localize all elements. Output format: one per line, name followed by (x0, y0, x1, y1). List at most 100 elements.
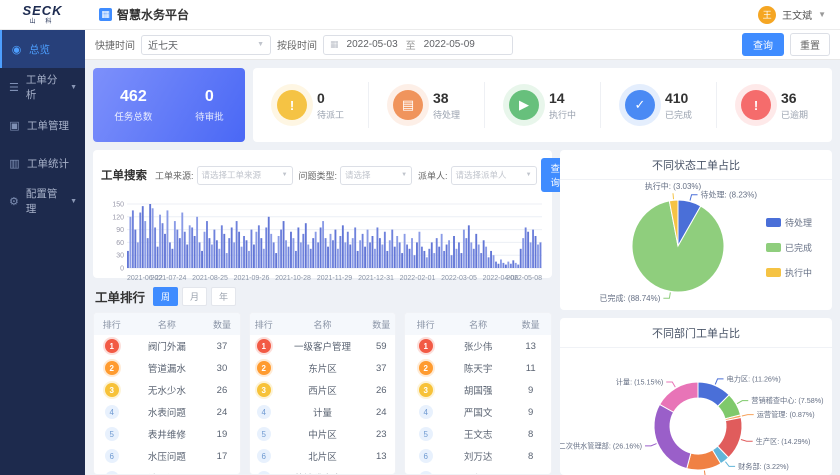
search-button[interactable]: 查询 (742, 33, 784, 56)
search-panel-title: 工单搜索 (101, 167, 147, 183)
rank-value: 37 (204, 335, 239, 357)
sidebar-item-analysis[interactable]: ☰工单分析▼ (0, 68, 85, 106)
rank-badge: 1 (257, 339, 271, 353)
table-row[interactable]: 1一级客户管理59 (250, 335, 396, 357)
status-stat: !0待派工 (253, 82, 368, 128)
chevron-down-icon: ▼ (70, 198, 77, 205)
rank-name: 东片区 (278, 357, 367, 379)
table-row[interactable]: 1张少伟13 (405, 335, 551, 357)
sidebar-item-settings[interactable]: ⚙配置管理▼ (0, 182, 85, 220)
table-row[interactable]: 6水压问题17 (94, 445, 240, 467)
user-name[interactable]: 王文斌 (782, 7, 812, 22)
total-tasks-value: 462 (114, 88, 152, 106)
table-row[interactable]: 4计量24 (250, 401, 396, 423)
logo-subtext: 山 科 (30, 16, 56, 25)
table-row[interactable]: 3胡国强9 (405, 379, 551, 401)
status-stat: ▶14执行中 (484, 82, 600, 128)
table-row[interactable]: 7马永强4 (405, 467, 551, 475)
sidebar-item-manage[interactable]: ▣工单管理 (0, 106, 85, 144)
status-pie-title: 不同状态工单占比 (560, 150, 832, 180)
rank-value: 13 (510, 335, 551, 357)
rank-badge: 2 (105, 361, 119, 375)
rank-tab-周[interactable]: 周 (153, 287, 178, 306)
rank-value: 37 (367, 357, 395, 379)
table-row[interactable]: 2管道漏水30 (94, 357, 240, 379)
field-select-2[interactable]: 请选择派单人▼ (451, 166, 537, 185)
table-row[interactable]: 6北片区13 (250, 445, 396, 467)
rank-name: 严国文 (446, 401, 510, 423)
rank-name: 表井维修 (129, 423, 204, 445)
svg-text:待处理: 待处理 (785, 217, 812, 228)
rank-value: 17 (204, 445, 239, 467)
chevron-down-icon: ▼ (70, 84, 77, 91)
table-row[interactable]: 5表井维修19 (94, 423, 240, 445)
rank-tab-年[interactable]: 年 (211, 287, 236, 306)
field-select-0[interactable]: 请选择工单来源▼ (197, 166, 293, 185)
table-row[interactable]: 7营销稽查中心10 (250, 467, 396, 475)
table-row[interactable]: 6刘万达8 (405, 445, 551, 467)
svg-text:2021-12-31: 2021-12-31 (358, 275, 394, 282)
column-header: 数量 (367, 313, 395, 335)
rank-tab-月[interactable]: 月 (182, 287, 207, 306)
status-pie-card: 不同状态工单占比 待处理: (8.23%)已完成: (88.74%)执行中: (… (560, 150, 832, 310)
table-row[interactable]: 3西片区26 (250, 379, 396, 401)
svg-text:2021-09-26: 2021-09-26 (234, 275, 270, 282)
date-range-picker[interactable]: ▦ 2022-05-03 至 2022-05-09 (323, 35, 513, 55)
rank-value: 8 (510, 445, 551, 467)
quick-time-select[interactable]: 近七天▼ (141, 35, 271, 55)
rank-name: 一级客户管理 (278, 335, 367, 357)
rank-table-card: 排行名称数量1张少伟132陈天宇113胡国强94严国文95王文志86刘万达87马… (404, 312, 552, 475)
rank-value: 9 (510, 379, 551, 401)
rank-name: 计量 (278, 401, 367, 423)
calendar-icon: ▦ (330, 39, 339, 50)
table-row[interactable]: 5王文志8 (405, 423, 551, 445)
sidebar-item-label: 工单统计 (27, 156, 69, 171)
sidebar-item-label: 工单分析 (26, 72, 64, 102)
rank-badge: 1 (105, 339, 119, 353)
date-to-label: 至 (406, 37, 416, 52)
table-row[interactable]: 5中片区23 (250, 423, 396, 445)
reset-button[interactable]: 重置 (790, 33, 830, 56)
pie-slice-label: 已完成: (88.74%) (599, 293, 660, 303)
rank-value: 26 (367, 379, 395, 401)
svg-text:2021-07-24: 2021-07-24 (151, 275, 187, 282)
status-stat: !36已逾期 (716, 82, 832, 128)
stat-value: 36 (781, 90, 808, 106)
table-row[interactable]: 2陈天宇11 (405, 357, 551, 379)
rank-value: 23 (367, 423, 395, 445)
rank-name: 刘万达 (446, 445, 510, 467)
sidebar-item-dashboard[interactable]: ◉总览 (0, 30, 85, 68)
rank-badge: 2 (257, 361, 271, 375)
rank-badge: 3 (105, 383, 119, 397)
table-row[interactable]: 3无水少水26 (94, 379, 240, 401)
table-row[interactable]: 7计量问题12 (94, 467, 240, 475)
field-select-1[interactable]: 请选择▼ (340, 166, 412, 185)
chevron-down-icon[interactable]: ▼ (818, 10, 826, 19)
svg-text:150: 150 (112, 202, 124, 209)
rank-badge: 4 (257, 405, 271, 419)
settings-icon: ⚙ (8, 195, 20, 208)
avatar[interactable]: 王 (758, 6, 776, 24)
table-row[interactable]: 1阀门外漏37 (94, 335, 240, 357)
ranking-tables: 排行名称数量1阀门外漏372管道漏水303无水少水264水表问题245表井维修1… (93, 312, 552, 475)
status-icon: ✓ (625, 90, 655, 120)
rank-name: 马永强 (446, 467, 510, 475)
ranking-title: 工单排行 (95, 287, 145, 306)
sidebar-item-stats[interactable]: ▥工单统计 (0, 144, 85, 182)
rank-value: 19 (204, 423, 239, 445)
manage-icon: ▣ (8, 119, 21, 132)
date-start[interactable]: 2022-05-03 (347, 39, 398, 50)
date-end[interactable]: 2022-05-09 (424, 39, 475, 50)
rank-name: 无水少水 (129, 379, 204, 401)
field-label: 问题类型: (299, 169, 338, 182)
svg-text:60: 60 (116, 240, 124, 247)
table-row[interactable]: 2 东片区37 (250, 357, 396, 379)
rank-badge: 5 (419, 427, 433, 441)
field-label: 派单人: (418, 169, 448, 182)
table-row[interactable]: 4严国文9 (405, 401, 551, 423)
app-icon: ▦ (99, 8, 112, 21)
table-row[interactable]: 4水表问题24 (94, 401, 240, 423)
rank-badge: 1 (419, 339, 433, 353)
status-icon: ▶ (509, 90, 539, 120)
rank-badge: 5 (257, 427, 271, 441)
